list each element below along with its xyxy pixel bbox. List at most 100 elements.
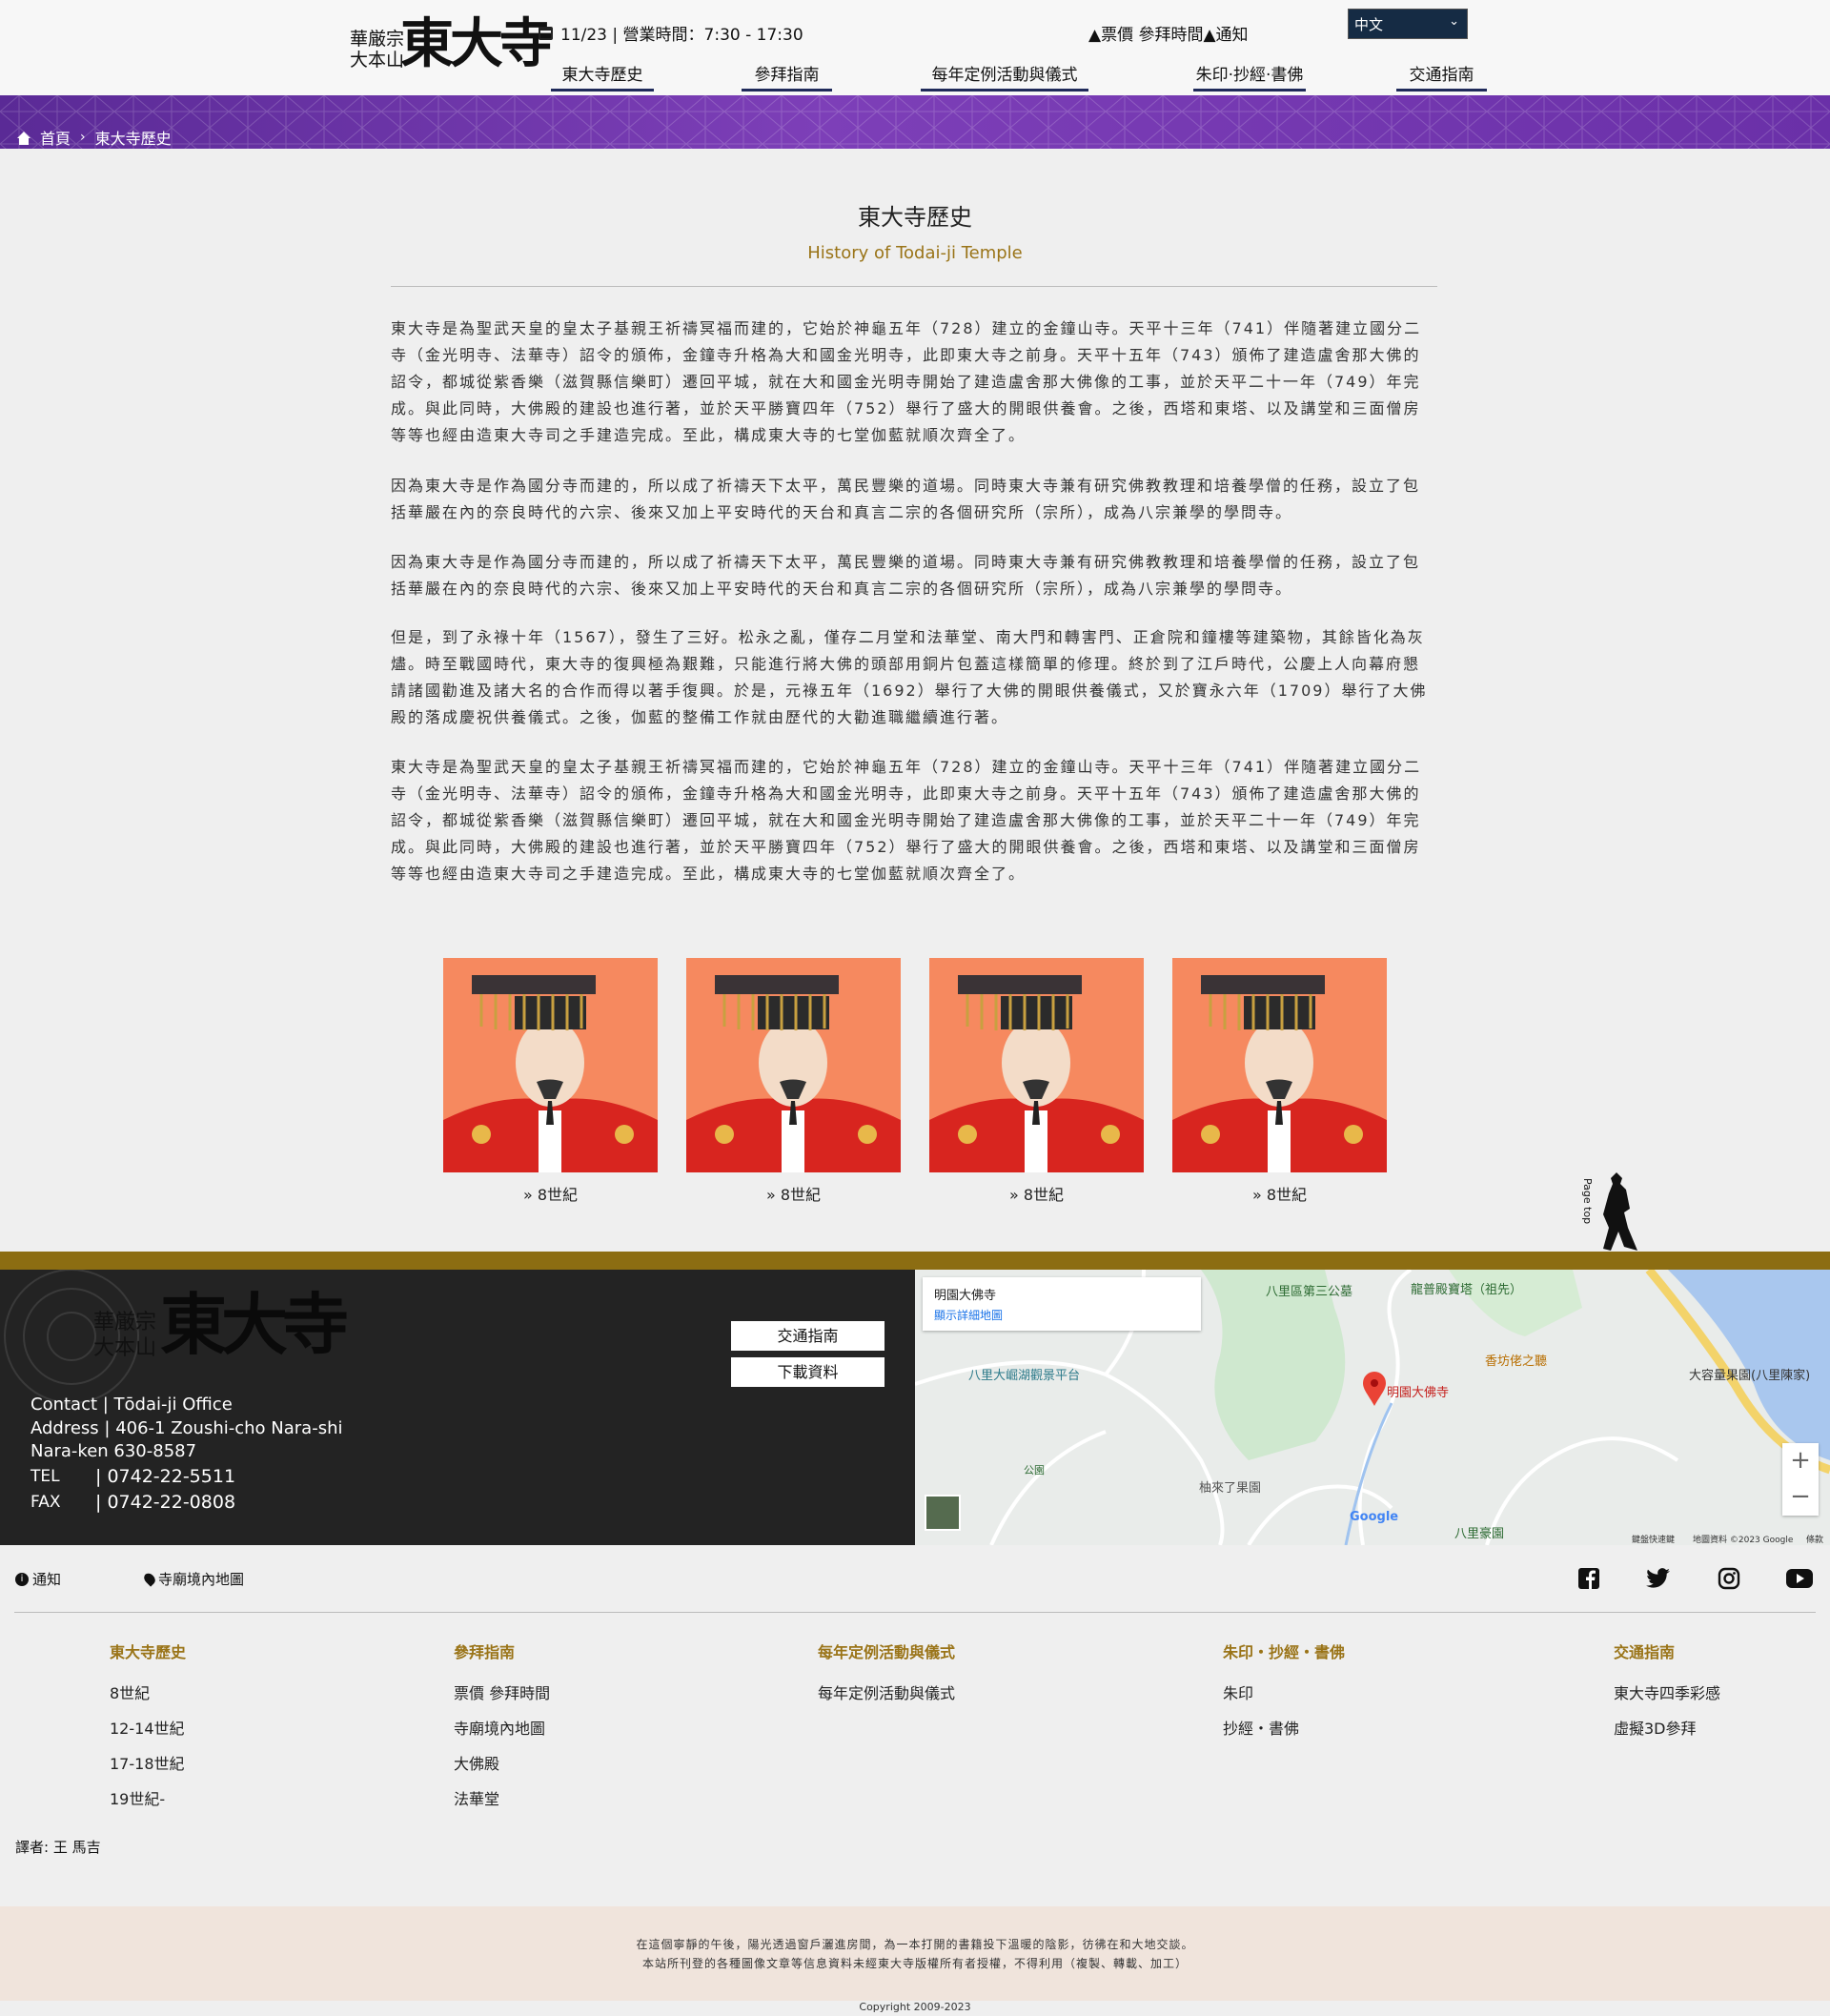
google-logo: Google: [1350, 1510, 1399, 1524]
map-marker-icon: [141, 1571, 158, 1587]
facebook-icon[interactable]: [1576, 1565, 1602, 1592]
map-place-name: 明園大佛寺: [934, 1289, 997, 1303]
map-pin-icon[interactable]: [1361, 1371, 1388, 1407]
footer-col-title[interactable]: 朱印・抄經・書佛: [1223, 1639, 1345, 1662]
map-label: 八里豪園: [1454, 1527, 1505, 1541]
era-card[interactable]: » 8世紀: [686, 958, 901, 1205]
copyright-line-2: 本站所刊登的各種圖像文章等信息資料未經東大寺版權所有者授權，不得利用（複製、轉載…: [641, 1957, 1188, 1970]
emperor-portrait-image[interactable]: [929, 958, 1144, 1172]
footer-col-history: 東大寺歷史 8世紀 12-14世紀 17-18世紀 19世紀-: [110, 1639, 186, 1817]
footer-tel-label: TEL: [30, 1467, 60, 1486]
emperor-portrait-image[interactable]: [686, 958, 901, 1172]
site-header: 華厳宗大本山 東大寺 11/23 | 營業時間：7:30 - 17:30 ▲票價…: [0, 0, 1830, 95]
breadcrumb: 首頁 › 東大寺歷史: [17, 126, 172, 149]
breadcrumb-band: [0, 95, 1830, 149]
era-card[interactable]: » 8世紀: [443, 958, 658, 1205]
language-select[interactable]: 中文 ⌄: [1348, 9, 1468, 39]
footer-col-access: 交通指南 東大寺四季彩感 虛擬3D參拜: [1614, 1639, 1720, 1746]
map-label: 八里區第三公墓: [1266, 1285, 1353, 1299]
era-card-caption[interactable]: » 8世紀: [929, 1182, 1144, 1205]
page-subtitle: History of Todai-ji Temple: [807, 243, 1023, 263]
footer-col-goshuin: 朱印・抄經・書佛 朱印 抄經・書佛: [1223, 1639, 1345, 1746]
footer-link[interactable]: 朱印: [1223, 1676, 1345, 1711]
breadcrumb-current: 東大寺歷史: [94, 130, 172, 148]
breadcrumb-home[interactable]: 首頁: [40, 126, 71, 149]
era-card[interactable]: » 8世紀: [1172, 958, 1387, 1205]
footer-col-title[interactable]: 每年定例活動與儀式: [818, 1639, 955, 1662]
map-label: 香坊佬之聽: [1485, 1354, 1548, 1369]
emperor-portrait-image[interactable]: [443, 958, 658, 1172]
footer-link[interactable]: 12-14世紀: [110, 1711, 186, 1746]
nav-events[interactable]: 每年定例活動與儀式: [921, 61, 1088, 92]
map-label: 八里大崛湖觀景平台: [968, 1369, 1081, 1383]
history-paragraph: 但是，到了永祿十年（1567），發生了三好。松永之亂，僅存二月堂和法華堂、南大門…: [391, 628, 1428, 726]
footer-map-label: 寺廟境內地圖: [158, 1571, 245, 1588]
era-card-caption[interactable]: » 8世紀: [1172, 1182, 1387, 1205]
map-keyboard-shortcuts[interactable]: 鍵盤快速鍵: [1632, 1533, 1675, 1545]
footer-link[interactable]: 票價 參拜時間: [454, 1676, 550, 1711]
footer-link[interactable]: 每年定例活動與儀式: [818, 1676, 955, 1711]
footer-link[interactable]: 大佛殿: [454, 1746, 550, 1782]
site-logo[interactable]: 東大寺: [400, 13, 553, 74]
map-info-card: 明園大佛寺 顯示詳細地圖: [923, 1277, 1201, 1331]
map-detail-link[interactable]: 顯示詳細地圖: [934, 1307, 1190, 1323]
copyright-band: [0, 1906, 1830, 2001]
footer-link[interactable]: 17-18世紀: [110, 1746, 186, 1782]
instagram-icon[interactable]: [1716, 1565, 1742, 1592]
translator-credit: 譯者: 王 馬吉: [15, 1839, 101, 1856]
title-divider: [391, 286, 1437, 287]
era-card-caption[interactable]: » 8世紀: [443, 1182, 658, 1205]
footer-link[interactable]: 虛擬3D參拜: [1614, 1711, 1720, 1746]
header-quick-links[interactable]: ▲票價 參拜時間▲通知: [1088, 21, 1249, 45]
map-terms[interactable]: 條款: [1806, 1533, 1823, 1545]
logo-sect-text: 華厳宗大本山: [349, 29, 404, 71]
nav-access[interactable]: 交通指南: [1396, 61, 1487, 92]
emperor-portrait-image[interactable]: [1172, 958, 1387, 1172]
date-hours-text: 11/23 | 營業時間：7:30 - 17:30: [560, 26, 803, 45]
footer-col-title[interactable]: 東大寺歷史: [110, 1639, 186, 1662]
date-hours: 11/23 | 營業時間：7:30 - 17:30: [539, 21, 803, 45]
guardian-silhouette-icon: [1603, 1172, 1637, 1251]
footer-link[interactable]: 抄經・書佛: [1223, 1711, 1345, 1746]
footer-col-title[interactable]: 參拜指南: [454, 1639, 550, 1662]
map-satellite-toggle[interactable]: [925, 1495, 961, 1531]
footer-notice-link[interactable]: i 通知: [15, 1569, 61, 1589]
access-button[interactable]: 交通指南: [731, 1321, 884, 1351]
download-button[interactable]: 下載資料: [731, 1357, 884, 1387]
page-top-button[interactable]: Page top: [1580, 1171, 1639, 1252]
footer-col-guide: 參拜指南 票價 參拜時間 寺廟境內地圖 大佛殿 法華堂: [454, 1639, 550, 1817]
info-icon: i: [15, 1572, 29, 1586]
footer-map-link[interactable]: 寺廟境內地圖: [141, 1569, 245, 1589]
footer-link[interactable]: 8世紀: [110, 1676, 186, 1711]
footer-tel[interactable]: | 0742-22-5511: [95, 1465, 235, 1488]
google-map[interactable]: 明園大佛寺 顯示詳細地圖 八里區第三公墓 龍普殿寶塔（祖先） 香坊佬之聽 大容量…: [915, 1270, 1830, 1545]
history-paragraph: 因為東大寺是作為國分寺而建的，所以成了祈禱天下太平，萬民豐樂的道場。同時東大寺兼…: [391, 553, 1421, 598]
nav-goshuin[interactable]: 朱印·抄經·書佛: [1193, 61, 1306, 92]
footer-address-2: Nara-ken 630-8587: [30, 1441, 197, 1461]
twitter-icon[interactable]: [1645, 1565, 1672, 1592]
footer-link[interactable]: 法華堂: [454, 1782, 550, 1817]
footer-link[interactable]: 東大寺四季彩感: [1614, 1676, 1720, 1711]
zoom-out-icon[interactable]: −: [1782, 1479, 1819, 1516]
map-label: 明園大佛寺: [1387, 1386, 1450, 1400]
map-zoom-controls[interactable]: + −: [1782, 1443, 1819, 1516]
map-label: 大容量果園(八里陳家): [1689, 1369, 1811, 1383]
nav-history[interactable]: 東大寺歷史: [551, 61, 654, 92]
era-card-caption[interactable]: » 8世紀: [686, 1182, 901, 1205]
language-value: 中文: [1354, 16, 1384, 33]
footer-link[interactable]: 寺廟境內地圖: [454, 1711, 550, 1746]
footer-link[interactable]: 19世紀-: [110, 1782, 186, 1817]
footer-address: Address | 406-1 Zoushi-cho Nara-shi: [30, 1418, 343, 1438]
youtube-icon[interactable]: [1786, 1565, 1813, 1592]
nav-guide[interactable]: 參拜指南: [742, 61, 832, 92]
footer-col-title[interactable]: 交通指南: [1614, 1639, 1720, 1662]
copyright-text: Copyright 2009-2023: [859, 2001, 971, 2013]
era-card[interactable]: » 8世紀: [929, 958, 1144, 1205]
map-label: 公園: [1024, 1464, 1045, 1476]
chevron-down-icon: ⌄: [1449, 14, 1459, 29]
footer-contact-panel: 華厳宗大本山 東大寺 Contact | Tōdai-ji Office Add…: [0, 1270, 915, 1545]
history-paragraph: 東大寺是為聖武天皇的皇太子基親王祈禱冥福而建的，它始於神龜五年（728）建立的金…: [391, 758, 1422, 883]
history-paragraph: 因為東大寺是作為國分寺而建的，所以成了祈禱天下太平，萬民豐樂的道場。同時東大寺兼…: [391, 477, 1421, 521]
asanoha-pattern: [0, 95, 1830, 149]
zoom-in-icon[interactable]: +: [1782, 1443, 1819, 1479]
